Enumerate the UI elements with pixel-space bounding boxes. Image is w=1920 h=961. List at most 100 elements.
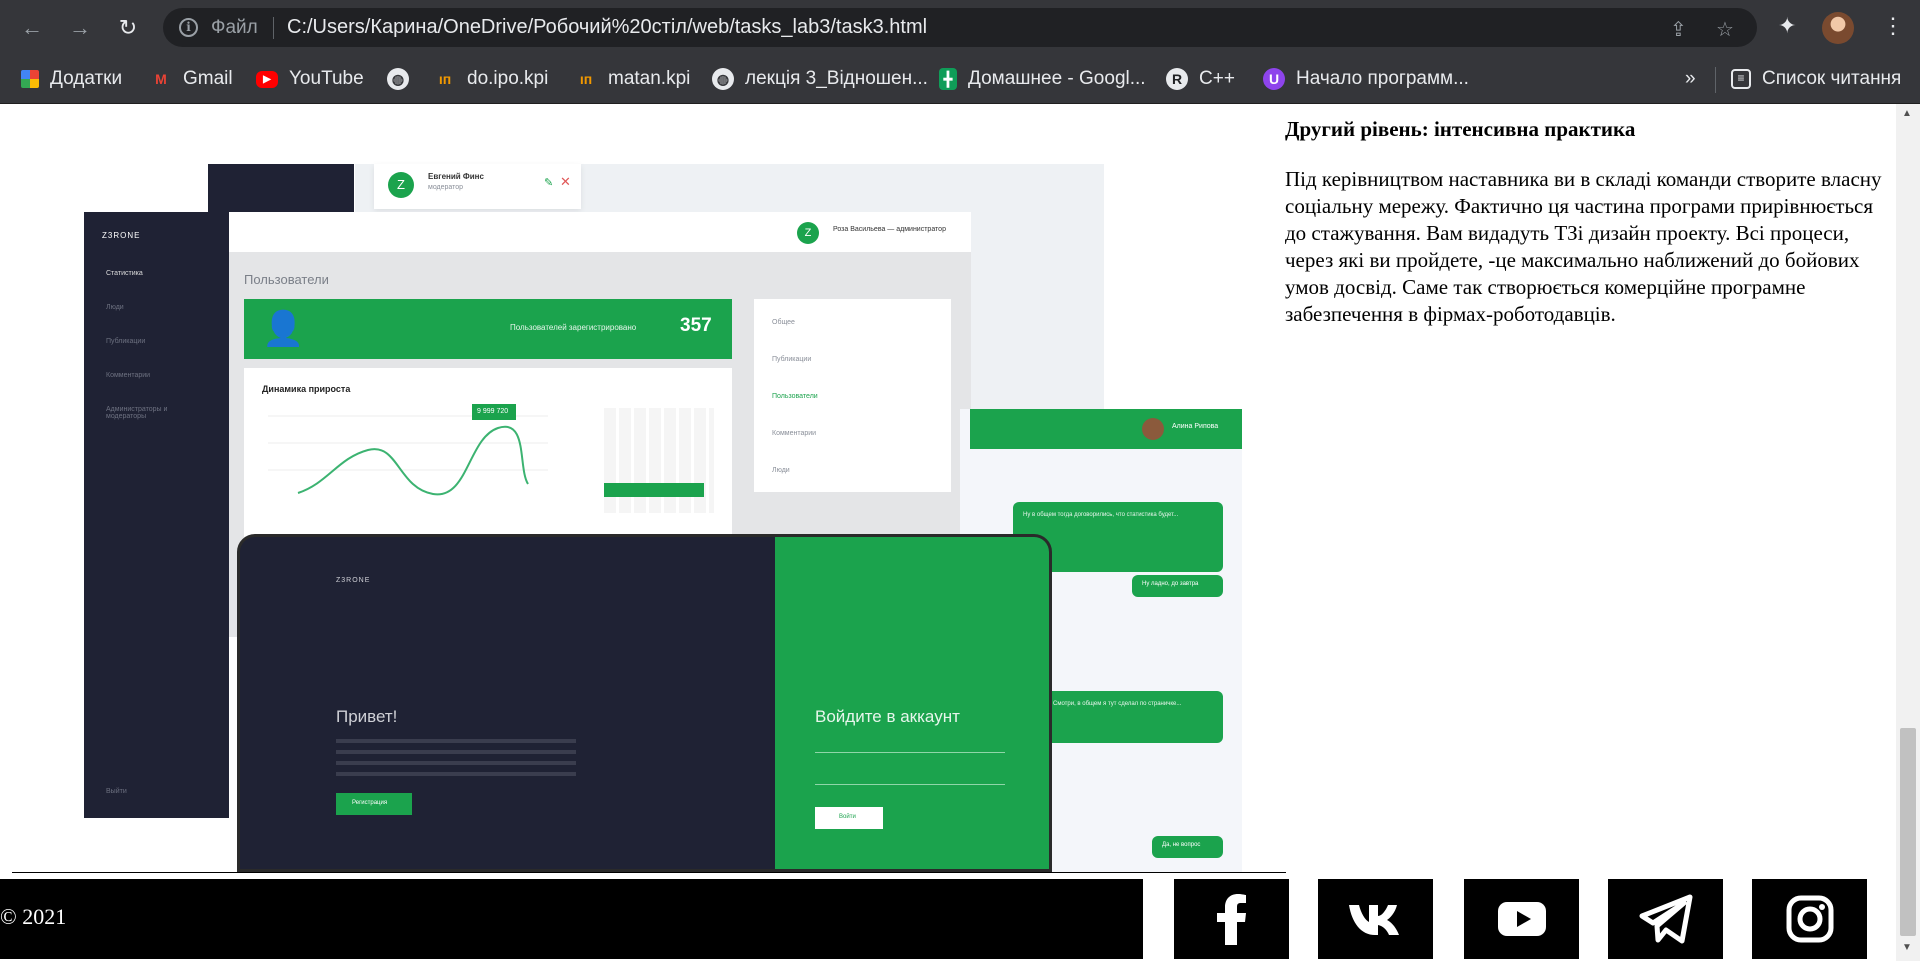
vk-icon bbox=[1348, 905, 1399, 935]
mockup-user-card: Z Евгений Финс модератор ✎ ✕ bbox=[374, 164, 581, 209]
scrollbar-thumb[interactable] bbox=[1900, 728, 1916, 936]
login-title: Войдите в аккаунт bbox=[815, 707, 960, 726]
bookmark-programming[interactable]: U Начало программ... bbox=[1263, 65, 1469, 93]
growth-line-chart bbox=[268, 404, 548, 496]
sidebar-item-stats: Статистика bbox=[106, 270, 143, 277]
bookmark-label: Додатки bbox=[50, 68, 123, 89]
menu-item: Общее bbox=[772, 319, 795, 326]
sidebar-logout: Выйти bbox=[106, 788, 127, 795]
registered-label: Пользователей зарегистрировано bbox=[510, 323, 637, 332]
hero-mockup-image: Z Евгений Финс модератор ✎ ✕ Z3RONE Стат… bbox=[0, 104, 1286, 872]
laptop-register-button: Регистрация bbox=[336, 793, 412, 815]
sidebar-item-people: Люди bbox=[106, 304, 124, 311]
copyright: © 2021 bbox=[0, 904, 67, 929]
chat-bubble: Смотри, в общем я тут сделал по страничк… bbox=[1043, 691, 1223, 743]
bookmark-label: Домашнее - Googl... bbox=[968, 68, 1146, 89]
reading-list-icon: ≡ bbox=[1731, 69, 1751, 89]
chat-bubble: Ну ладно, до завтра bbox=[1132, 575, 1223, 597]
bookmark-globe[interactable]: ◍ bbox=[387, 65, 420, 93]
bookmark-apps[interactable]: Додатки bbox=[21, 65, 122, 93]
globe-icon: ◍ bbox=[712, 68, 734, 90]
youtube-icon: ▶ bbox=[256, 70, 278, 88]
mockup-header: Z Роза Васильева — администратор bbox=[229, 212, 971, 252]
facebook-link[interactable] bbox=[1174, 879, 1289, 959]
reading-list[interactable]: ≡ Список читання bbox=[1731, 65, 1901, 93]
google-sheets-icon: ╋ bbox=[939, 68, 957, 90]
forward-arrow-icon[interactable]: → bbox=[65, 13, 95, 43]
telegram-link[interactable] bbox=[1608, 879, 1723, 959]
kpi-icon: ıп bbox=[438, 71, 452, 87]
globe-icon: ◍ bbox=[387, 68, 409, 90]
overflow-chevron-icon: » bbox=[1685, 68, 1696, 89]
profile-avatar[interactable] bbox=[1822, 12, 1854, 44]
login-email-line bbox=[815, 752, 1005, 753]
address-bar[interactable]: i Файл C:/Users/Карина/OneDrive/Робочий%… bbox=[163, 8, 1757, 47]
bookmarks-divider bbox=[1715, 67, 1716, 93]
user-name: Евгений Финс bbox=[428, 172, 484, 181]
bookmark-cpp[interactable]: R C++ bbox=[1166, 65, 1235, 93]
bookmark-label: YouTube bbox=[289, 68, 364, 89]
star-icon[interactable]: ☆ bbox=[1716, 17, 1734, 42]
mockup-laptop: Z3RONE Привет! Регистрация Войдите в акк… bbox=[237, 534, 1052, 872]
chat-text: Смотри, в общем я тут сделал по страничк… bbox=[1053, 701, 1182, 707]
sidebar-item-admins: Администраторы и модераторы bbox=[106, 406, 168, 420]
vk-link[interactable] bbox=[1318, 879, 1433, 959]
bookmark-label: C++ bbox=[1199, 68, 1235, 89]
mockup-page-title: Пользователи bbox=[244, 272, 329, 287]
registered-count: 357 bbox=[680, 315, 712, 336]
bookmark-matan-kpi[interactable]: ıп matan.kpi bbox=[575, 65, 691, 93]
user-silhouette-icon: 👤 bbox=[262, 310, 305, 348]
telegram-icon bbox=[1639, 894, 1692, 944]
bookmark-label: Gmail bbox=[183, 68, 233, 89]
extensions-icon[interactable]: ✦ bbox=[1778, 13, 1796, 39]
bookmark-sheets[interactable]: ╋ Домашнее - Googl... bbox=[939, 65, 1146, 93]
bookmark-lecture[interactable]: ◍ лекція 3_Відношен... bbox=[712, 65, 928, 93]
sidebar-item-comments: Комментарии bbox=[106, 372, 151, 379]
content-column: Другий рівень: інтенсивна практика Під к… bbox=[1285, 117, 1885, 328]
sidebar-item-posts: Публикации bbox=[106, 338, 146, 345]
url-text[interactable]: C:/Users/Карина/OneDrive/Робочий%20стіл/… bbox=[287, 16, 927, 39]
calendar-widget bbox=[604, 408, 714, 513]
peak-label: 9 999 720 bbox=[477, 408, 509, 415]
bookmark-gmail[interactable]: M Gmail bbox=[150, 65, 233, 93]
login-label: Войти bbox=[839, 814, 856, 820]
admin-label: Роза Васильева — администратор bbox=[833, 226, 946, 233]
reading-list-label: Список читання bbox=[1762, 68, 1902, 89]
login-password-line bbox=[815, 784, 1005, 785]
menu-item: Люди bbox=[772, 467, 790, 474]
laptop-login-panel: Войдите в аккаунт Войти bbox=[775, 537, 1049, 869]
omnibox-divider bbox=[273, 17, 274, 39]
chat-text: Ну ладно, до завтра bbox=[1142, 581, 1199, 587]
share-icon[interactable]: ⇪ bbox=[1670, 17, 1687, 42]
bookmarks-bar: Додатки M Gmail ▶ YouTube ◍ ıп do.ipo.kp… bbox=[0, 55, 1920, 104]
bookmark-do-ipo-kpi[interactable]: ıп do.ipo.kpi bbox=[434, 65, 549, 93]
page-scrollbar[interactable]: ▲ ▼ bbox=[1896, 104, 1920, 961]
admin-avatar: Z bbox=[797, 222, 819, 244]
scroll-up-arrow-icon[interactable]: ▲ bbox=[1902, 108, 1912, 119]
scroll-down-arrow-icon[interactable]: ▼ bbox=[1902, 942, 1912, 953]
chat-bubble: Да, не вопрос bbox=[1152, 836, 1223, 858]
youtube-icon bbox=[1497, 902, 1546, 936]
mockup-chat-header: Алина Рипова bbox=[970, 409, 1242, 449]
youtube-link[interactable] bbox=[1464, 879, 1579, 959]
laptop-description bbox=[336, 739, 576, 779]
section-heading: Другий рівень: інтенсивна практика bbox=[1285, 117, 1636, 141]
info-icon[interactable]: i bbox=[179, 18, 198, 37]
menu-kebab-icon[interactable]: ⋮ bbox=[1882, 13, 1904, 39]
bookmark-label: do.ipo.kpi bbox=[467, 68, 549, 89]
kpi-icon: ıп bbox=[579, 71, 593, 87]
section-body: Під керівництвом наставника ви в складі … bbox=[1285, 167, 1882, 326]
instagram-link[interactable] bbox=[1752, 879, 1867, 959]
edit-icon: ✎ bbox=[544, 177, 554, 189]
mockup-menu-card: Общее Публикации Пользователи Комментари… bbox=[754, 299, 951, 492]
file-label: Файл bbox=[211, 17, 258, 38]
bookmarks-overflow[interactable]: » bbox=[1685, 65, 1696, 93]
mockup-sidebar: Z3RONE Статистика Люди Публикации Коммен… bbox=[84, 212, 229, 818]
user-role: модератор bbox=[428, 184, 464, 191]
bookmark-youtube[interactable]: ▶ YouTube bbox=[256, 65, 364, 93]
sidebar-logo: Z3RONE bbox=[102, 231, 141, 240]
footer-divider bbox=[12, 872, 1286, 873]
chat-user: Алина Рипова bbox=[1172, 423, 1219, 430]
back-arrow-icon[interactable]: ← bbox=[17, 13, 47, 43]
reload-icon[interactable]: ↻ bbox=[113, 13, 143, 43]
